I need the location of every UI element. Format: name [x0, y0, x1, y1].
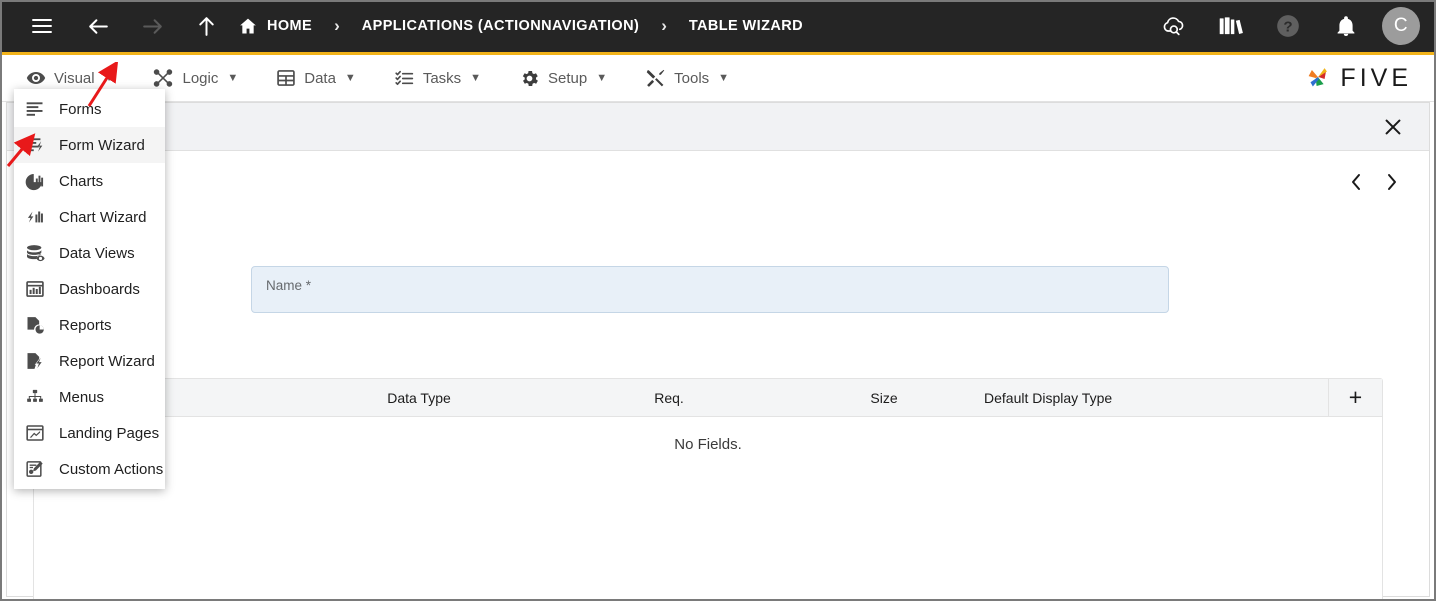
eye-icon — [26, 68, 46, 88]
panel-body: Name * Data Type Req. Size Default Displ… — [7, 151, 1429, 601]
breadcrumb-label-home: HOME — [267, 18, 313, 34]
top-nav-left-group: HOME › APPLICATIONS (ACTIONNAVIGATION) ›… — [0, 4, 803, 48]
menu-item-custom-actions-label: Custom Actions — [59, 460, 164, 478]
panel-header — [7, 103, 1429, 151]
svg-text:?: ? — [1283, 18, 1292, 35]
menu-item-reports-label: Reports — [59, 316, 112, 334]
notifications-bell-icon[interactable] — [1324, 4, 1368, 48]
column-header-data-type[interactable]: Data Type — [294, 390, 544, 406]
task-list-icon — [394, 68, 415, 89]
breadcrumb-item-home[interactable]: HOME — [238, 16, 312, 36]
menus-hierarchy-icon — [24, 386, 46, 408]
fields-table-empty-message: No Fields. — [674, 436, 742, 453]
menu-item-dashboards-label: Dashboards — [59, 280, 140, 298]
menu-item-form-wizard[interactable]: Form Wizard — [14, 127, 165, 163]
user-avatar[interactable]: C — [1382, 7, 1420, 45]
five-logo-text: FIVE — [1340, 63, 1412, 92]
chevron-down-icon: ▼ — [227, 72, 239, 84]
menu-tools-label: Tools — [674, 69, 710, 87]
menu-item-charts[interactable]: Charts — [14, 163, 165, 199]
menu-item-data-views-label: Data Views — [59, 244, 135, 262]
menu-tasks-label: Tasks — [422, 69, 462, 87]
fields-table: Data Type Req. Size Default Display Type… — [33, 378, 1383, 601]
menu-item-custom-actions[interactable]: Custom Actions — [14, 451, 165, 487]
hamburger-icon[interactable] — [20, 4, 64, 48]
library-books-icon[interactable] — [1208, 4, 1252, 48]
menu-item-forms-label: Forms — [59, 100, 102, 118]
menu-item-menus[interactable]: Menus — [14, 379, 165, 415]
chevron-left-icon[interactable] — [1347, 171, 1365, 193]
dashboards-icon — [24, 278, 46, 300]
breadcrumb-separator-1: › — [334, 16, 340, 35]
top-navigation-bar: HOME › APPLICATIONS (ACTIONNAVIGATION) ›… — [0, 0, 1436, 52]
menu-item-report-wizard[interactable]: Report Wizard — [14, 343, 165, 379]
report-wizard-icon — [24, 350, 46, 372]
logic-nodes-icon — [152, 67, 174, 89]
column-header-default-display-type[interactable]: Default Display Type — [974, 390, 1354, 406]
home-icon — [238, 16, 258, 36]
name-input-label: Name * — [266, 278, 312, 293]
menu-item-report-wizard-label: Report Wizard — [59, 352, 155, 370]
data-views-icon — [24, 242, 46, 264]
chevron-down-icon: ▼ — [596, 72, 608, 84]
application-menu-bar: Visual ▼ Logic ▼ Data ▼ Tasks ▼ Setup ▼ … — [0, 55, 1436, 102]
visual-dropdown-menu: Forms Form Wizard Charts Chart Wizard Da… — [14, 89, 165, 489]
breadcrumb-item-applications[interactable]: APPLICATIONS (ACTIONNAVIGATION) — [362, 18, 639, 34]
chevron-right-icon[interactable] — [1383, 171, 1401, 193]
menu-tasks[interactable]: Tasks ▼ — [382, 55, 493, 102]
column-header-req[interactable]: Req. — [544, 390, 794, 406]
name-input[interactable]: Name * — [251, 266, 1169, 313]
menu-item-data-views[interactable]: Data Views — [14, 235, 165, 271]
table-wizard-panel: Name * Data Type Req. Size Default Displ… — [6, 102, 1430, 601]
menu-item-form-wizard-label: Form Wizard — [59, 136, 145, 154]
record-pager — [1347, 171, 1401, 193]
close-icon[interactable] — [1379, 113, 1407, 141]
menu-item-menus-label: Menus — [59, 388, 105, 406]
add-field-button[interactable]: + — [1328, 379, 1382, 416]
menu-item-dashboards[interactable]: Dashboards — [14, 271, 165, 307]
form-wizard-icon — [24, 134, 46, 156]
app-root: HOME › APPLICATIONS (ACTIONNAVIGATION) ›… — [0, 0, 1436, 601]
fields-table-header-row: Data Type Req. Size Default Display Type… — [34, 379, 1382, 417]
five-logo-mark-icon — [1303, 63, 1333, 93]
menu-logic-label: Logic — [182, 69, 219, 87]
breadcrumb-item-table-wizard[interactable]: TABLE WIZARD — [689, 18, 803, 34]
custom-actions-icon — [24, 458, 46, 480]
reports-icon — [24, 314, 46, 336]
breadcrumb-separator-2: › — [661, 16, 667, 35]
chevron-down-icon: ▼ — [718, 72, 730, 84]
chart-wizard-icon — [24, 206, 46, 228]
menu-data[interactable]: Data ▼ — [264, 55, 368, 102]
arrow-up-icon[interactable] — [184, 4, 228, 48]
menu-item-chart-wizard[interactable]: Chart Wizard — [14, 199, 165, 235]
menu-visual-label: Visual — [54, 69, 95, 87]
cloud-search-icon[interactable] — [1150, 4, 1194, 48]
menu-setup-label: Setup — [548, 69, 588, 87]
chevron-down-icon: ▼ — [344, 72, 356, 84]
top-nav-right-group: ? C — [1150, 0, 1420, 52]
menu-item-reports[interactable]: Reports — [14, 307, 165, 343]
chevron-down-icon: ▼ — [103, 72, 115, 84]
menu-item-landing-pages[interactable]: Landing Pages — [14, 415, 165, 451]
five-logo: FIVE — [1303, 63, 1412, 93]
menu-item-chart-wizard-label: Chart Wizard — [59, 208, 147, 226]
tools-icon — [645, 68, 666, 89]
table-grid-icon — [276, 68, 296, 88]
menu-item-forms[interactable]: Forms — [14, 91, 165, 127]
charts-pie-icon — [24, 170, 46, 192]
menu-setup[interactable]: Setup ▼ — [507, 55, 619, 102]
chevron-down-icon: ▼ — [470, 72, 482, 84]
forms-icon — [24, 98, 46, 120]
arrow-right-icon — [130, 4, 174, 48]
help-icon[interactable]: ? — [1266, 4, 1310, 48]
landing-pages-icon — [24, 422, 46, 444]
column-header-size[interactable]: Size — [794, 390, 974, 406]
gear-icon — [519, 68, 540, 89]
menu-data-label: Data — [304, 69, 336, 87]
menu-item-charts-label: Charts — [59, 172, 104, 190]
menu-tools[interactable]: Tools ▼ — [633, 55, 741, 102]
menu-item-landing-pages-label: Landing Pages — [59, 424, 160, 442]
arrow-left-icon[interactable] — [76, 4, 120, 48]
